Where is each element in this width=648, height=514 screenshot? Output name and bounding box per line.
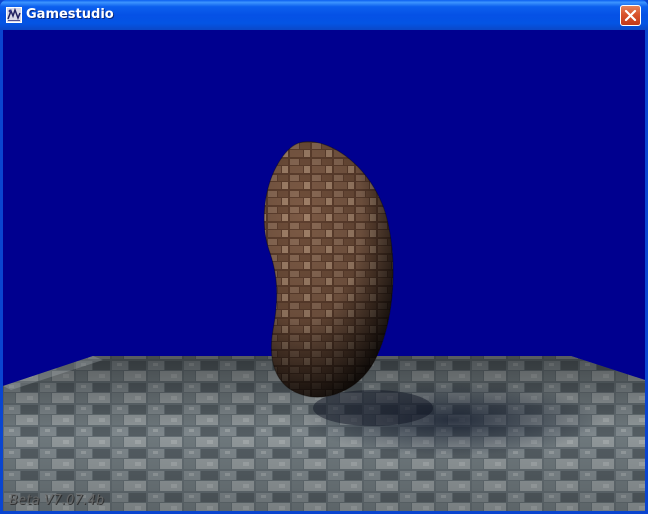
window-title: Gamestudio [26, 7, 114, 22]
close-button[interactable] [620, 5, 641, 26]
title-bar[interactable]: Gamestudio [0, 0, 648, 30]
close-icon [624, 9, 637, 22]
gamestudio-window: Gamestudio Beta V7.07.4b [0, 0, 648, 514]
3d-scene [3, 30, 645, 511]
gamestudio-app-icon[interactable] [6, 7, 22, 23]
version-label: Beta V7.07.4b [9, 493, 105, 508]
game-viewport[interactable]: Beta V7.07.4b [3, 30, 645, 511]
